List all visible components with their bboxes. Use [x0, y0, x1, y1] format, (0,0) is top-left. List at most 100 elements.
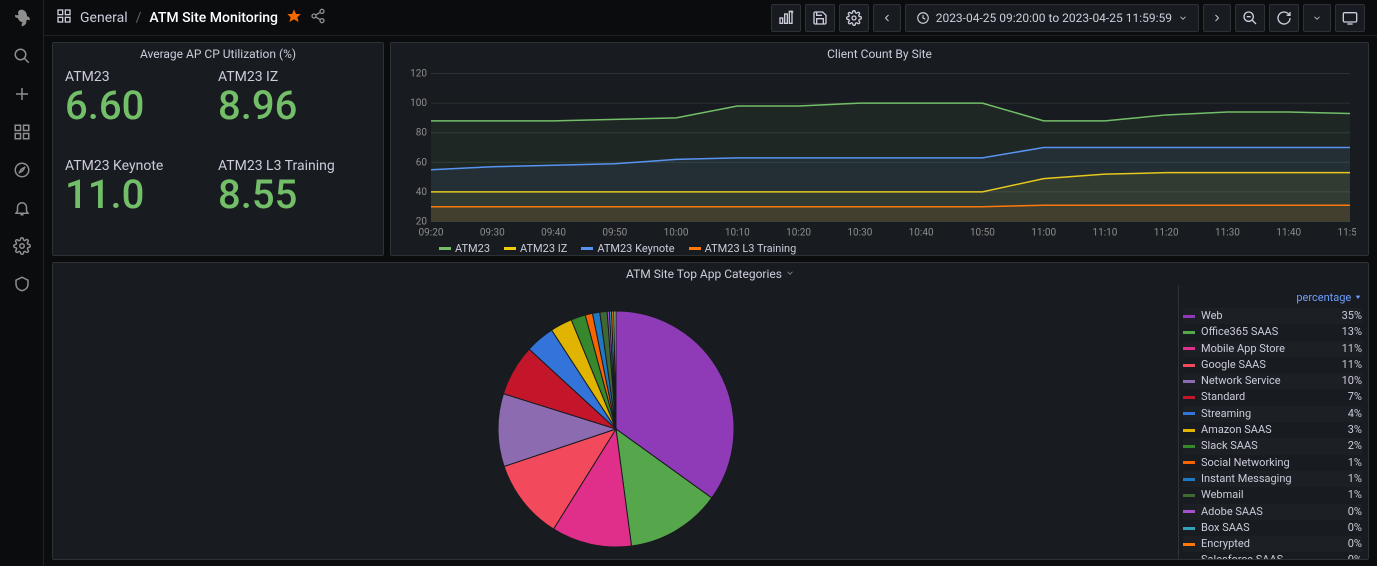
svg-text:10:10: 10:10 — [725, 228, 750, 239]
legend-pct: 0% — [1348, 521, 1362, 535]
legend-label: ATM23 Keynote — [597, 242, 674, 255]
pie-legend-row[interactable]: Google SAAS 11% — [1183, 357, 1362, 373]
legend-pct: 13% — [1342, 325, 1362, 339]
legend-pct: 0% — [1348, 537, 1362, 551]
pie-chart[interactable] — [491, 304, 741, 554]
search-icon[interactable] — [12, 46, 32, 66]
pie-legend-row[interactable]: Amazon SAAS3% — [1183, 422, 1362, 438]
legend-item[interactable]: ATM23 Keynote — [581, 242, 674, 255]
legend-name: Office365 SAAS — [1201, 325, 1336, 339]
legend-swatch — [1183, 461, 1195, 464]
svg-text:40: 40 — [416, 187, 428, 198]
legend-pct: 10% — [1342, 374, 1362, 388]
pie-legend-row[interactable]: Mobile App Store11% — [1183, 341, 1362, 357]
legend-name: Web — [1201, 309, 1336, 323]
legend-swatch — [1183, 559, 1195, 560]
legend-pct: 4% — [1348, 407, 1362, 421]
stat-cell: ATM23 Keynote 11.0 — [65, 158, 218, 247]
pie-legend-row[interactable]: Standard 7% — [1183, 389, 1362, 405]
svg-text:10:30: 10:30 — [847, 228, 872, 239]
pie-legend-row[interactable]: Slack SAAS2% — [1183, 438, 1362, 454]
share-icon[interactable] — [310, 8, 326, 28]
plus-icon[interactable] — [12, 84, 32, 104]
linechart-legend: ATM23 ATM23 IZ ATM23 Keynote ATM23 L3 Train… — [399, 242, 1356, 255]
legend-name: Instant Messaging — [1201, 472, 1342, 486]
svg-text:100: 100 — [410, 98, 427, 109]
panel-client-count-by-site[interactable]: Client Count By Site 2040608010012009:20… — [390, 42, 1369, 256]
refresh-interval-button[interactable] — [1303, 4, 1331, 32]
pie-legend-row[interactable]: Adobe SAAS0% — [1183, 504, 1362, 520]
pie-legend-row[interactable]: Network Service10% — [1183, 373, 1362, 389]
pie-legend-header[interactable]: percentage — [1183, 289, 1362, 308]
settings-button[interactable] — [839, 4, 869, 32]
linechart[interactable]: 2040608010012009:2009:3009:4009:5010:001… — [399, 69, 1356, 238]
legend-name: Slack SAAS — [1201, 439, 1342, 453]
legend-pct: 11% — [1342, 358, 1362, 372]
dashboards-icon[interactable] — [12, 122, 32, 142]
time-prev-button[interactable] — [873, 4, 901, 32]
svg-text:11:30: 11:30 — [1215, 228, 1240, 239]
pie-legend-row[interactable]: Social Networking 1% — [1183, 455, 1362, 471]
grafana-logo[interactable] — [12, 8, 32, 28]
pie-legend-row[interactable]: Streaming4% — [1183, 406, 1362, 422]
pie-legend-row[interactable]: Web 35% — [1183, 308, 1362, 324]
legend-name: Webmail — [1201, 488, 1342, 502]
svg-text:10:20: 10:20 — [786, 228, 811, 239]
time-next-button[interactable] — [1203, 4, 1231, 32]
sort-desc-icon — [1354, 293, 1362, 301]
panel-title: Average AP CP Utilization (%) — [53, 43, 383, 65]
panel-atm-top-app-categories[interactable]: ATM Site Top App Categories percentage W… — [52, 262, 1369, 560]
legend-item[interactable]: ATM23 IZ — [504, 242, 567, 255]
svg-text:11:40: 11:40 — [1276, 228, 1301, 239]
legend-swatch — [1183, 527, 1195, 530]
legend-item[interactable]: ATM23 L3 Training — [689, 242, 797, 255]
pie-legend-row[interactable]: Encrypted 0% — [1183, 536, 1362, 552]
legend-item[interactable]: ATM23 — [439, 242, 490, 255]
pie-legend-row[interactable]: Salesforce SAAS0% — [1183, 552, 1362, 560]
legend-name: Social Networking — [1201, 456, 1342, 470]
chevron-down-icon[interactable] — [785, 268, 795, 278]
legend-pct: 11% — [1342, 342, 1362, 356]
legend-name: Amazon SAAS — [1201, 423, 1342, 437]
dashboards-icon[interactable] — [56, 8, 72, 28]
star-icon[interactable] — [286, 8, 302, 28]
panel-average-ap-cp-utilization[interactable]: Average AP CP Utilization (%) ATM23 6.60… — [52, 42, 384, 256]
stat-value: 11.0 — [65, 174, 218, 216]
legend-label: ATM23 L3 Training — [705, 242, 797, 255]
svg-text:10:00: 10:00 — [664, 228, 689, 239]
legend-swatch — [1183, 494, 1195, 497]
add-panel-button[interactable] — [771, 4, 801, 32]
topbar: General / ATM Site Monitoring — [44, 0, 1377, 36]
stat-grid: ATM23 6.60 ATM23 IZ 8.96 ATM23 Keynote 1… — [53, 65, 383, 255]
stat-value: 8.96 — [218, 85, 371, 127]
legend-name: Standard — [1201, 390, 1342, 404]
cycle-view-button[interactable] — [1335, 4, 1365, 32]
legend-pct: 1% — [1348, 456, 1362, 470]
legend-name: Salesforce SAAS — [1201, 553, 1342, 560]
pie-legend-row[interactable]: Webmail1% — [1183, 487, 1362, 503]
configuration-icon[interactable] — [12, 236, 32, 256]
refresh-button[interactable] — [1269, 4, 1299, 32]
legend-pct: 35% — [1342, 309, 1362, 323]
server-admin-icon[interactable] — [12, 274, 32, 294]
legend-name: Google SAAS — [1201, 358, 1336, 372]
breadcrumb-folder[interactable]: General — [80, 10, 128, 26]
svg-text:10:40: 10:40 — [909, 228, 934, 239]
legend-swatch — [1183, 331, 1195, 334]
alerting-icon[interactable] — [12, 198, 32, 218]
svg-text:11:50: 11:50 — [1338, 228, 1356, 239]
timerange-picker[interactable]: 2023-04-25 09:20:00 to 2023-04-25 11:59:… — [905, 4, 1199, 32]
legend-name: Encrypted — [1201, 537, 1342, 551]
save-button[interactable] — [805, 4, 835, 32]
legend-pct: 7% — [1348, 390, 1362, 404]
zoom-out-button[interactable] — [1235, 4, 1265, 32]
pie-legend-row[interactable]: Office365 SAAS 13% — [1183, 324, 1362, 340]
stat-value: 8.55 — [218, 174, 371, 216]
pie-legend-row[interactable]: Instant Messaging1% — [1183, 471, 1362, 487]
legend-name: Adobe SAAS — [1201, 505, 1342, 519]
explore-icon[interactable] — [12, 160, 32, 180]
legend-swatch — [689, 247, 701, 250]
legend-swatch — [581, 247, 593, 250]
legend-swatch — [1183, 478, 1195, 481]
pie-legend-row[interactable]: Box SAAS0% — [1183, 520, 1362, 536]
